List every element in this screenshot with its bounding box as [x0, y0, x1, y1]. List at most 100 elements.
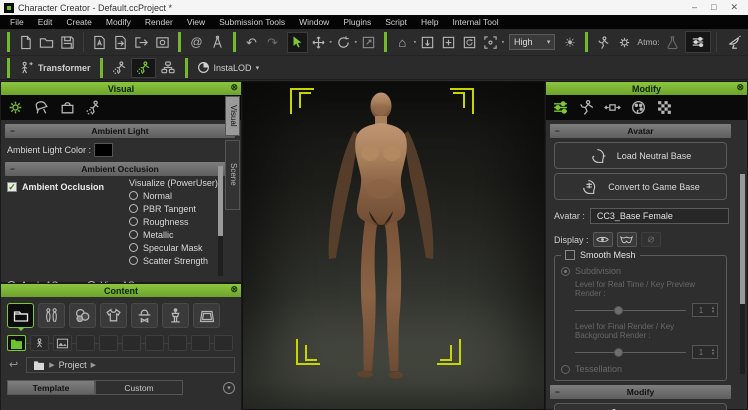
avatar-name-field[interactable]: CC3_Base Female [590, 208, 729, 224]
radio-tessellation[interactable] [561, 365, 570, 374]
breadcrumb-root[interactable]: Project [59, 360, 87, 370]
menu-plugins[interactable]: Plugins [337, 17, 377, 27]
render-media-button[interactable] [152, 32, 173, 53]
level-realtime-slider[interactable] [575, 306, 686, 315]
measure-tool-button[interactable] [207, 32, 228, 53]
home-view-button[interactable]: ⌂ [392, 32, 413, 53]
import-pose-button[interactable] [89, 32, 110, 53]
tab-texture[interactable] [652, 97, 676, 118]
content-panel-header[interactable]: Content ⊗ [1, 284, 241, 297]
character-model[interactable] [301, 89, 461, 389]
subcategory-empty[interactable] [76, 335, 95, 351]
radio-metallic[interactable] [129, 230, 138, 239]
pose-effect-button[interactable] [593, 32, 614, 53]
move-tool-button[interactable] [308, 32, 329, 53]
avatar-section[interactable]: − Avatar [550, 124, 731, 138]
visual-panel-header[interactable]: Visual ⊗ [1, 82, 241, 95]
tab-animation[interactable] [574, 97, 598, 118]
tab-material[interactable] [626, 97, 650, 118]
radio-specular-mask[interactable] [129, 243, 138, 252]
redo-button[interactable]: ↷ [262, 32, 283, 53]
export-button[interactable] [131, 32, 152, 53]
close-button[interactable]: ✕ [730, 2, 738, 13]
modify-section[interactable]: − Modify [550, 385, 731, 399]
radio-normal[interactable] [129, 191, 138, 200]
embed-content-button[interactable]: @ [186, 32, 207, 53]
render-button[interactable] [722, 31, 748, 53]
ambient-occlusion-section[interactable]: − Ambient Occlusion [5, 162, 235, 176]
save-project-button[interactable] [57, 32, 78, 53]
menu-create[interactable]: Create [60, 17, 98, 27]
spin-down-icon[interactable]: ▾ [712, 310, 715, 314]
subcategory-folder[interactable] [7, 335, 26, 351]
level-final-spinbox[interactable]: 1 ▴▾ [692, 345, 718, 359]
subcategory-avatar[interactable] [30, 335, 49, 351]
tab-attributes[interactable] [548, 97, 572, 118]
transformer-button[interactable]: Transformer [15, 58, 95, 78]
select-tool-button[interactable] [287, 32, 308, 53]
subcategory-image[interactable] [53, 335, 72, 351]
category-prop[interactable] [162, 303, 189, 328]
atmosphere-button[interactable] [614, 32, 635, 53]
minimize-button[interactable]: – [692, 2, 697, 13]
menu-internal-tool[interactable]: Internal Tool [446, 17, 504, 27]
lighting-button[interactable]: ☀ [559, 32, 580, 53]
close-icon[interactable]: ⊗ [736, 82, 744, 93]
export-pose-button[interactable] [110, 32, 131, 53]
radio-subdivision[interactable] [561, 267, 570, 276]
subcategory-empty[interactable] [122, 335, 141, 351]
side-tab-visual[interactable]: Visual [225, 96, 240, 136]
undo-button[interactable]: ↶ [241, 32, 262, 53]
menu-file[interactable]: File [4, 17, 30, 27]
menu-script[interactable]: Script [379, 17, 413, 27]
menu-view[interactable]: View [181, 17, 211, 27]
collapse-icon[interactable]: − [555, 387, 560, 397]
ambient-occlusion-checkbox[interactable]: ✓ [7, 182, 17, 192]
open-project-button[interactable] [36, 32, 57, 53]
subcategory-empty[interactable] [145, 335, 164, 351]
tab-render-settings[interactable] [3, 97, 27, 118]
collapse-icon[interactable]: − [555, 126, 560, 136]
subcategory-empty[interactable] [168, 335, 187, 351]
breadcrumb[interactable]: ▶ Project ▶ [26, 357, 235, 373]
frame-all-button[interactable] [438, 32, 459, 53]
reset-camera-button[interactable] [459, 32, 480, 53]
pose-offset-button[interactable]: Pose Offset [554, 403, 727, 410]
modify-panel-header[interactable]: Modify ⊗ [546, 82, 747, 95]
close-icon[interactable]: ⊗ [230, 82, 238, 93]
instalod-button[interactable]: InstaLOD ▾ [193, 58, 264, 78]
viewport-3d[interactable] [242, 81, 545, 410]
tab-template[interactable]: Template [7, 380, 95, 395]
quality-dropdown[interactable]: High ▾ [509, 34, 555, 50]
tab-camera-pose[interactable] [81, 97, 105, 118]
radio-roughness[interactable] [129, 217, 138, 226]
menu-help[interactable]: Help [415, 17, 444, 27]
visual-scrollbar[interactable] [218, 166, 223, 276]
menu-window[interactable]: Window [293, 17, 335, 27]
visual-settings-button[interactable] [685, 31, 711, 53]
collapse-icon[interactable]: − [10, 126, 15, 136]
rotate-tool-button[interactable] [333, 32, 354, 53]
menu-modify[interactable]: Modify [100, 17, 137, 27]
menu-edit[interactable]: Edit [32, 17, 59, 27]
maximize-button[interactable]: □ [711, 2, 716, 13]
frame-selected-button[interactable] [417, 32, 438, 53]
subcategory-empty[interactable] [214, 335, 233, 351]
display-mask-button[interactable] [617, 232, 637, 247]
category-character[interactable] [38, 303, 65, 328]
camera-frame-dropdown[interactable]: ▪ [501, 39, 505, 46]
atmosphere-flask-button[interactable] [662, 32, 683, 53]
menu-submission-tools[interactable]: Submission Tools [213, 17, 291, 27]
radio-scatter-strength[interactable] [129, 256, 138, 265]
hierarchy-button[interactable] [156, 58, 180, 78]
edit-motion-button[interactable] [131, 58, 156, 78]
edit-pose-button[interactable] [108, 58, 131, 78]
tab-custom[interactable]: Custom [95, 380, 183, 395]
tab-lighting[interactable] [29, 97, 53, 118]
tab-transform[interactable] [600, 97, 624, 118]
menu-render[interactable]: Render [139, 17, 179, 27]
spin-down-icon[interactable]: ▾ [712, 352, 715, 356]
load-neutral-base-button[interactable]: Load Neutral Base [554, 142, 727, 169]
collapse-icon[interactable]: − [10, 164, 15, 174]
side-tab-scene[interactable]: Scene [225, 140, 240, 210]
